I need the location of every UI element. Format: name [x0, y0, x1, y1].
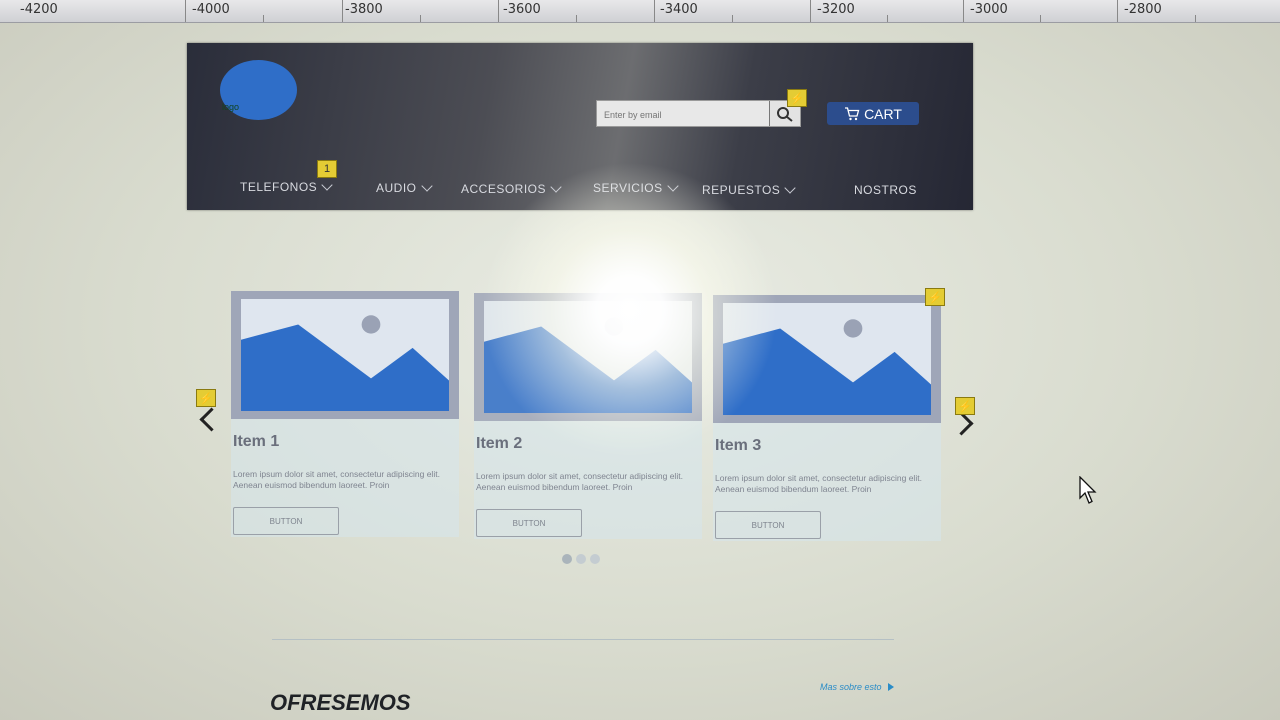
nav-label: NOSTROS [854, 183, 917, 197]
nav-label: REPUESTOS [702, 183, 781, 197]
placeholder-image-icon [231, 291, 459, 419]
main-nav: TELEFONOS 1 AUDIO ACCESORIOS SERVICIOS R… [187, 160, 973, 201]
card-title: Item 3 [715, 437, 762, 454]
ruler-label: -4000 [192, 2, 230, 17]
interaction-flag-icon: ⚡ [787, 89, 807, 107]
card-description: Lorem ipsum dolor sit amet, consectetur … [715, 473, 922, 494]
interaction-flag-icon: ⚡ [196, 389, 216, 407]
section-title: OFRESEMOS [270, 690, 411, 715]
placeholder-image-icon [713, 295, 941, 423]
card-button[interactable]: BUTTON [233, 507, 339, 535]
nav-item-accesorios[interactable]: ACCESORIOS [461, 181, 562, 196]
play-arrow-icon [887, 683, 894, 691]
card-description: Lorem ipsum dolor sit amet, consectetur … [476, 471, 683, 492]
ruler-label: -3400 [660, 2, 698, 17]
nav-item-telefonos[interactable]: TELEFONOS [240, 179, 333, 194]
card-title: Item 2 [476, 435, 523, 452]
nav-label: SERVICIOS [593, 181, 663, 195]
card-body: Item 3 Lorem ipsum dolor sit amet, conse… [713, 423, 941, 541]
placeholder-image-icon [474, 293, 702, 421]
card-description: Lorem ipsum dolor sit amet, consectetur … [233, 469, 440, 490]
carousel-pagination [562, 554, 600, 564]
nav-label: AUDIO [376, 181, 417, 195]
logo-text: logo [222, 102, 240, 112]
chevron-down-icon [666, 180, 679, 192]
ruler-label: -3600 [503, 2, 541, 17]
chevron-down-icon [550, 181, 562, 193]
section-divider [272, 639, 894, 640]
site-header: logo ⚡ CART TELEFONOS 1 AUDIO ACCESORIOS… [187, 43, 973, 210]
nav-item-repuestos[interactable]: REPUESTOS [702, 182, 796, 197]
interaction-flag-icon: ⚡ [955, 397, 975, 415]
card-button[interactable]: BUTTON [476, 509, 582, 537]
chevron-down-icon [420, 180, 433, 192]
nav-item-nostros[interactable]: NOSTROS [854, 183, 917, 197]
ruler-label: -4200 [20, 2, 58, 17]
search-icon [777, 106, 793, 122]
more-link-label: Mas sobre esto [820, 682, 882, 692]
search-box [596, 100, 801, 128]
ruler-label: -3000 [970, 2, 1008, 17]
more-link[interactable]: Mas sobre esto [820, 682, 894, 692]
mouse-cursor-icon [1079, 476, 1097, 504]
cart-label: CART [864, 105, 902, 122]
carousel-next-arrow[interactable] [949, 411, 974, 436]
nav-label: TELEFONOS [240, 180, 318, 194]
pagination-dot[interactable] [590, 554, 600, 564]
product-carousel: ⚡ Item 1 Lorem ipsum dolor sit amet, con… [195, 285, 985, 575]
chevron-down-icon [321, 179, 333, 191]
ruler-label: -2800 [1124, 2, 1162, 17]
nav-label: ACCESORIOS [461, 182, 547, 196]
pagination-dot[interactable] [562, 554, 572, 564]
carousel-prev-arrow[interactable] [199, 407, 224, 432]
cart-icon [845, 106, 860, 120]
card-button[interactable]: BUTTON [715, 511, 821, 539]
nav-item-audio[interactable]: AUDIO [376, 180, 433, 195]
cart-button[interactable]: CART [827, 102, 919, 125]
card-body: Item 1 Lorem ipsum dolor sit amet, conse… [231, 419, 459, 537]
interaction-flag-icon: ⚡ [925, 288, 945, 306]
pagination-dot[interactable] [576, 554, 586, 564]
nav-count-badge: 1 [317, 160, 337, 178]
card-body: Item 2 Lorem ipsum dolor sit amet, conse… [474, 421, 702, 539]
ruler-label: -3200 [817, 2, 855, 17]
search-input[interactable] [597, 101, 778, 128]
card-title: Item 1 [233, 433, 280, 450]
horizontal-ruler: -4200 -4000 -3800 -3600 -3400 -3200 -300… [0, 0, 1280, 23]
ruler-label: -3800 [345, 2, 383, 17]
nav-item-servicios[interactable]: SERVICIOS [593, 180, 679, 195]
chevron-down-icon [784, 182, 796, 194]
